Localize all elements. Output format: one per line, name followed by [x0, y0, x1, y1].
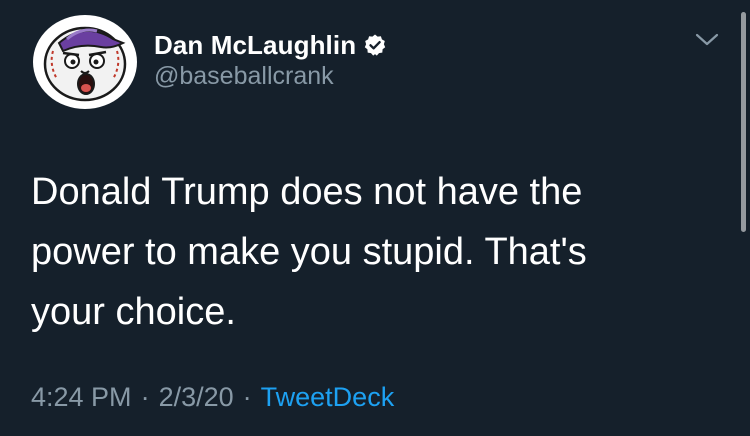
avatar[interactable]	[31, 13, 139, 111]
tweet-metadata: 4:24 PM · 2/3/20 · TweetDeck	[31, 382, 394, 413]
author-name-row[interactable]: Dan McLaughlin	[154, 28, 387, 62]
tweet-text-line: your choice.	[31, 291, 236, 333]
chevron-down-icon[interactable]	[693, 30, 721, 50]
author-display-name[interactable]: Dan McLaughlin	[154, 30, 356, 61]
separator-dot: ·	[140, 382, 150, 412]
scrollbar[interactable]	[741, 12, 746, 232]
tweet-card: Dan McLaughlin @baseballcrank Donald Tru…	[0, 0, 750, 436]
tweet-text-line: power to make you stupid. That's	[31, 231, 587, 273]
author-handle[interactable]: @baseballcrank	[154, 62, 334, 91]
verified-badge-icon	[364, 34, 386, 56]
tweet-source-link[interactable]: TweetDeck	[261, 382, 395, 413]
baseball-face-avatar-icon	[33, 15, 137, 109]
separator-dot: ·	[242, 382, 252, 412]
tweet-time[interactable]: 4:24 PM	[31, 382, 132, 413]
tweet-text-line: Donald Trump does not have the	[31, 171, 583, 213]
tweet-text: Donald Trump does not have the power to …	[31, 162, 711, 342]
tweet-date[interactable]: 2/3/20	[159, 382, 234, 413]
